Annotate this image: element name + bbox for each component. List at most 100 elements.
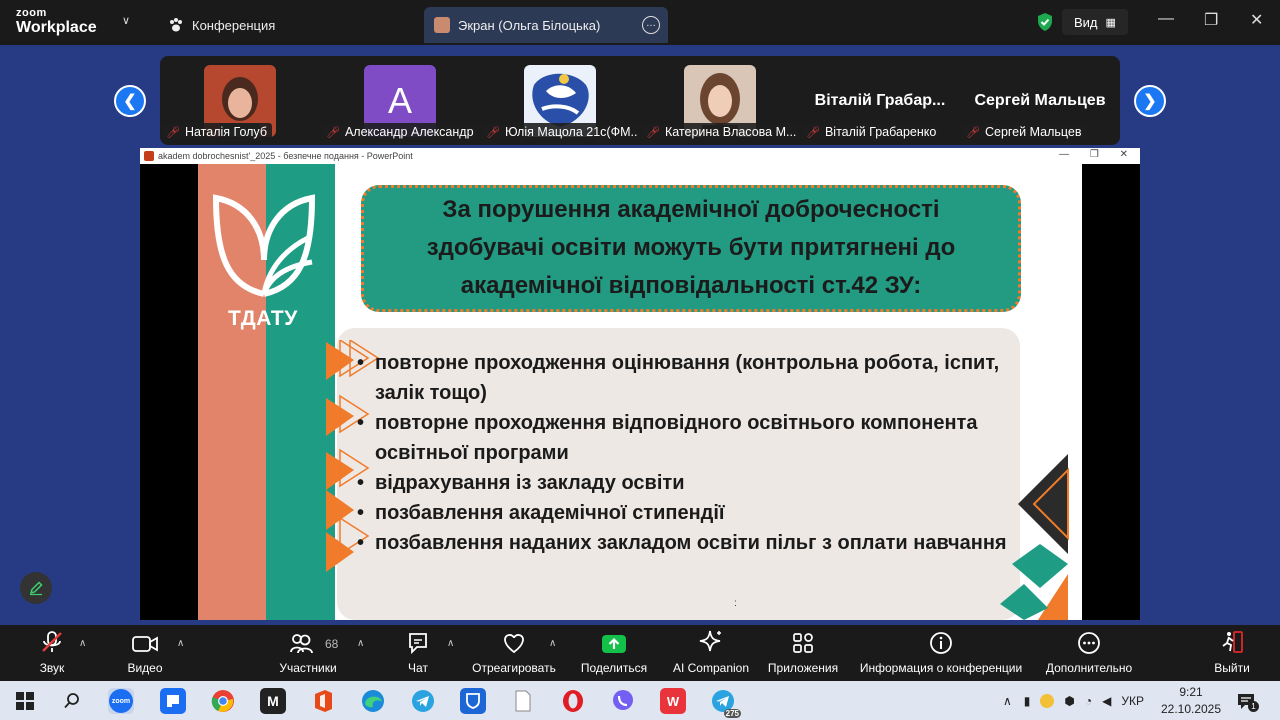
meeting-info-button[interactable]: Информация о конференции [856, 625, 1026, 681]
muted-mic-icon: 🎤︎ [166, 126, 180, 139]
leave-label: Выйти [1214, 661, 1250, 675]
list-item-text: відрахування із закладу освіти [375, 472, 685, 494]
ai-companion-label: AI Companion [672, 661, 750, 675]
telegram-app-icon-badged[interactable]: 275 [710, 688, 741, 718]
chevron-down-icon[interactable]: ∨ [122, 14, 130, 27]
share-label: Поделиться [580, 661, 648, 675]
restore-icon[interactable]: ❐ [1204, 10, 1218, 30]
slide-heading-box: За порушення академічної доброчесності з… [361, 185, 1021, 312]
annotate-button[interactable] [20, 572, 52, 604]
participant-name-bar: 🎤︎ Катерина Власова М... [642, 123, 798, 141]
notes-app-icon[interactable] [160, 688, 186, 714]
video-button[interactable]: Видео [116, 625, 174, 681]
leave-door-icon [1219, 625, 1245, 655]
participant-name: Александр Александр [344, 125, 474, 139]
wifi-icon[interactable]: ◔ [1085, 694, 1092, 708]
m-app-icon[interactable]: M [260, 688, 286, 714]
viber-app-icon[interactable] [610, 688, 636, 714]
ai-companion-button[interactable]: AI Companion [668, 625, 754, 681]
wps-app-icon[interactable]: W [660, 688, 686, 714]
participant-tile[interactable]: 🎤︎ Юлія Мацола 21с(ФМ... [480, 56, 640, 145]
chat-options-caret-icon[interactable]: ∧ [447, 638, 454, 649]
opera-app-icon[interactable] [560, 688, 586, 714]
muted-mic-icon [39, 625, 65, 655]
search-icon[interactable] [59, 688, 85, 714]
muted-mic-icon: 🎤︎ [966, 126, 980, 139]
volume-icon[interactable]: ◀ [1102, 694, 1111, 708]
gallery-next-button[interactable]: ❯ [1134, 85, 1166, 117]
shield-tray-icon[interactable]: ⬢ [1064, 694, 1074, 708]
list-item-text: повторне проходження відповідного освітн… [375, 412, 978, 464]
share-screen-button[interactable]: Поделиться [578, 625, 650, 681]
participant-display-name: Віталій Грабар... [814, 92, 946, 109]
participant-tile[interactable]: Сергей Мальцев 🎤︎ Сергей Мальцев [960, 56, 1120, 145]
bitwarden-app-icon[interactable] [460, 688, 486, 714]
shield-check-icon[interactable] [1036, 12, 1054, 32]
video-label: Видео [127, 661, 163, 675]
participant-tile[interactable]: Віталій Грабар... 🎤︎ Віталій Грабаренко [800, 56, 960, 145]
participants-options-caret-icon[interactable]: ∧ [357, 638, 364, 649]
more-button[interactable]: Дополнительно [1042, 625, 1136, 681]
react-label: Отреагировать [472, 661, 556, 675]
windows-start-icon[interactable] [12, 688, 38, 714]
chat-button[interactable]: Чат [398, 625, 438, 681]
title-bar: zoom Workplace ∨ Конференция Экран (Ольг… [0, 0, 1280, 45]
shared-screen: akadem dobrochesnist'_2025 - безпечне по… [140, 148, 1140, 620]
paw-icon [170, 18, 182, 32]
language-indicator[interactable]: УКР [1121, 694, 1144, 708]
participant-tile[interactable]: 🎤︎ Наталія Голуб [160, 56, 320, 145]
muted-mic-icon: 🎤︎ [326, 126, 340, 139]
mute-label: Звук [39, 661, 65, 675]
participants-button[interactable]: Участники [272, 625, 344, 681]
muted-mic-icon: 🎤︎ [806, 126, 820, 139]
edge-app-icon[interactable] [360, 688, 386, 714]
powerpoint-window-controls: — ❐ ✕ [1059, 149, 1128, 160]
minimize-icon[interactable]: — [1158, 10, 1174, 28]
participant-tile[interactable]: 🎤︎ Катерина Власова М... [640, 56, 800, 145]
meeting-toolbar: Звук ∧ Видео ∧ Участники 68 ∧ Чат ∧ Отре… [0, 625, 1280, 681]
view-button[interactable]: Вид ▦ [1062, 9, 1128, 35]
office-app-icon[interactable] [310, 688, 336, 714]
participant-name-bar: 🎤︎ Юлія Мацола 21с(ФМ... [482, 123, 638, 141]
zoom-logo[interactable]: zoom Workplace [16, 8, 97, 36]
leave-button[interactable]: Выйти [1210, 625, 1254, 681]
zoom-app-icon[interactable]: zoom [108, 688, 134, 714]
chat-bubble-icon [406, 625, 430, 655]
corner-shapes-decoration-icon [1000, 454, 1069, 620]
tab-conference[interactable]: Конференция [168, 7, 275, 43]
taskbar-clock[interactable]: 9:21 22.10.2025 [1160, 684, 1222, 718]
gallery-prev-button[interactable]: ❮ [114, 85, 146, 117]
participant-tile[interactable]: A 🎤︎ Александр Александр [320, 56, 480, 145]
microphone-tray-icon[interactable]: ▮ [1024, 694, 1031, 708]
more-options-icon[interactable]: … [642, 16, 660, 34]
system-tray: ∧ ▮ ⬢ ◔ ◀ УКР [1003, 681, 1144, 720]
chrome-app-icon[interactable] [210, 688, 236, 714]
heart-icon [501, 625, 527, 655]
grid-icon: ▦ [1105, 16, 1116, 29]
participants-icon [288, 625, 328, 655]
app-tray-icon[interactable] [1040, 693, 1055, 708]
sparkle-icon [698, 625, 724, 655]
tray-overflow-chevron-icon[interactable]: ∧ [1003, 694, 1012, 708]
participant-name-bar: 🎤︎ Сергей Мальцев [962, 123, 1087, 141]
clock-time: 9:21 [1179, 685, 1203, 699]
react-options-caret-icon[interactable]: ∧ [549, 638, 556, 649]
windows-taskbar: zoom M W 275 ∧ ▮ ⬢ ◔ ◀ УКР 9:21 22.10.20… [0, 681, 1280, 720]
list-item: • відрахування із закладу освіти [357, 468, 1035, 498]
video-options-caret-icon[interactable]: ∧ [177, 638, 184, 649]
apps-button[interactable]: Приложения [764, 625, 842, 681]
audio-options-caret-icon[interactable]: ∧ [79, 638, 86, 649]
telegram-app-icon[interactable] [410, 688, 436, 714]
notifications-button[interactable]: 1 [1236, 691, 1259, 716]
chat-label: Чат [408, 661, 428, 675]
list-item: • повторне проходження відповідного осві… [357, 408, 1035, 468]
react-button[interactable]: Отреагировать [468, 625, 560, 681]
tdatu-leaf-logo-icon [212, 194, 316, 297]
mute-button[interactable]: Звук [24, 625, 80, 681]
powerpoint-window-title: akadem dobrochesnist'_2025 - безпечне по… [158, 151, 413, 161]
meeting-stage: ❮ ❯ 🎤︎ Наталія Голуб A 🎤︎ Александр Алек… [0, 45, 1280, 625]
close-icon[interactable]: ✕ [1250, 10, 1263, 30]
document-app-icon[interactable] [510, 688, 536, 714]
participant-name: Сергей Мальцев [984, 125, 1082, 139]
tab-screen-share[interactable]: Экран (Ольга Білоцька) … [424, 7, 668, 43]
